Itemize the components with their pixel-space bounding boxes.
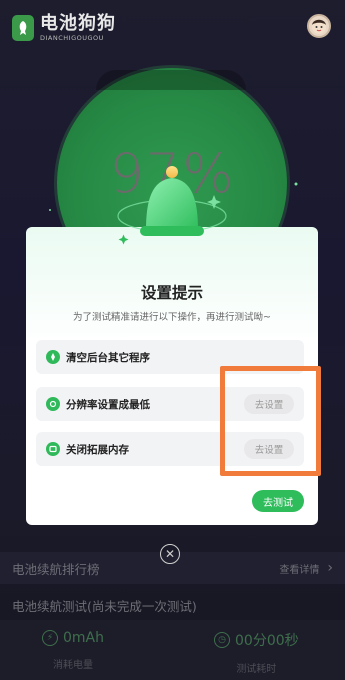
lightning-icon: ⚡	[42, 630, 58, 646]
highlight-box	[220, 366, 321, 476]
dialog-subtitle: 为了测试精准请进行以下操作，再进行测试呦~	[73, 312, 271, 323]
rocket-icon	[46, 350, 60, 364]
dialog-title: 设置提示	[140, 284, 203, 302]
test-title: 电池续航测试(尚未完成一次测试)	[12, 599, 197, 614]
chevron-right-icon: ›	[327, 560, 333, 576]
consumed-value: 0mAh	[63, 630, 104, 646]
ranking-title: 电池续航排行榜	[12, 561, 100, 577]
option-label: 清空后台其它程序	[66, 351, 150, 364]
start-test-button[interactable]: 去测试	[252, 490, 304, 512]
option-label: 分辨率设置成最低	[66, 398, 150, 411]
time-stat: ◷ 00分00秒 测试耗时	[214, 630, 299, 675]
resolution-icon	[46, 397, 60, 411]
bell-icon	[117, 166, 227, 245]
memory-icon	[46, 442, 60, 456]
clock-icon: ◷	[214, 632, 230, 648]
consumed-stat: ⚡ 0mAh 消耗电量	[42, 630, 104, 671]
stats-bar: ⚡ 0mAh 消耗电量 ◷ 00分00秒 测试耗时	[0, 620, 345, 680]
close-dialog-button[interactable]: ✕	[160, 544, 180, 564]
ranking-detail-label: 查看详情	[279, 564, 320, 576]
consumed-label: 消耗电量	[53, 660, 93, 671]
time-value: 00分00秒	[235, 633, 299, 649]
option-label: 关闭拓展内存	[66, 443, 129, 456]
close-icon: ✕	[164, 547, 176, 561]
time-label: 测试耗时	[236, 664, 277, 675]
ranking-detail-link[interactable]: 查看详情 ›	[279, 560, 333, 576]
